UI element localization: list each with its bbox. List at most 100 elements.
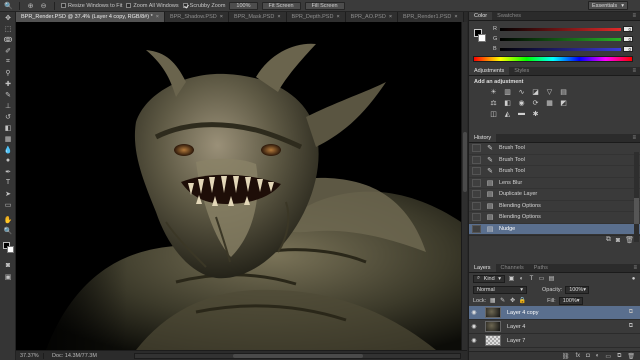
- dodge-tool-icon[interactable]: ●: [0, 155, 16, 166]
- invert-icon[interactable]: ◩: [559, 98, 568, 107]
- document-canvas[interactable]: [16, 22, 461, 350]
- layer-row[interactable]: ◉ Layer 7: [469, 334, 640, 348]
- layer-effects-icon[interactable]: ⧉: [629, 309, 633, 316]
- close-icon[interactable]: ×: [277, 14, 280, 20]
- checkbox-box[interactable]: [61, 3, 66, 8]
- new-document-icon[interactable]: ⧉: [606, 236, 611, 244]
- curves-icon[interactable]: ∿: [517, 87, 526, 96]
- fill-field[interactable]: 100% ▾: [558, 296, 583, 305]
- actual-pixels-button[interactable]: 100%: [229, 1, 258, 10]
- resize-windows-checkbox[interactable]: Resize Windows to Fit: [61, 3, 122, 9]
- eyedropper-tool-icon[interactable]: ⚲: [0, 67, 16, 78]
- tab-paths[interactable]: Paths: [529, 264, 553, 272]
- zoom-all-windows-checkbox[interactable]: Zoom All Windows: [126, 3, 179, 9]
- history-source-box[interactable]: [472, 167, 481, 176]
- scrollbar-thumb[interactable]: [232, 353, 363, 358]
- document-tab[interactable]: BPR_Render.PSD @ 37.4% (Layer 4 copy, RG…: [16, 12, 165, 22]
- green-slider[interactable]: G 0: [493, 35, 633, 43]
- history-source-box[interactable]: [472, 190, 481, 199]
- panel-menu-icon[interactable]: ≡: [632, 68, 636, 74]
- lock-transparent-icon[interactable]: ▦: [489, 297, 496, 304]
- new-group-icon[interactable]: ▭: [605, 353, 611, 360]
- tab-channels[interactable]: Channels: [496, 264, 529, 272]
- black-white-icon[interactable]: ◧: [503, 98, 512, 107]
- document-tab[interactable]: BPR_Mask.PSD ×: [228, 12, 287, 22]
- close-icon[interactable]: ×: [454, 14, 457, 20]
- canvas-horizontal-scrollbar[interactable]: [134, 352, 461, 359]
- healing-brush-tool-icon[interactable]: ✚: [0, 78, 16, 89]
- adjustment-filter-icon[interactable]: ◐: [518, 275, 525, 282]
- layer-name[interactable]: Layer 7: [507, 338, 633, 344]
- history-scrollbar[interactable]: [634, 152, 639, 242]
- history-source-box[interactable]: [472, 155, 481, 164]
- channel-mixer-icon[interactable]: ⟳: [531, 98, 540, 107]
- zoom-out-icon[interactable]: ⊖: [39, 1, 48, 10]
- camera-icon[interactable]: ◙: [616, 237, 620, 244]
- history-source-box[interactable]: [472, 224, 481, 233]
- background-color-swatch[interactable]: [7, 246, 14, 253]
- checkbox-box[interactable]: [182, 3, 188, 8]
- history-state[interactable]: ✎ Brush Tool: [469, 143, 640, 155]
- panel-menu-icon[interactable]: ≡: [633, 265, 637, 271]
- tab-history[interactable]: History: [469, 134, 497, 142]
- red-value-field[interactable]: 0: [623, 26, 633, 32]
- history-state[interactable]: ✎ Brush Tool: [469, 166, 640, 178]
- trash-icon[interactable]: 🗑: [627, 353, 635, 360]
- history-brush-tool-icon[interactable]: ↺: [0, 111, 16, 122]
- zoom-in-icon[interactable]: ⊕: [26, 1, 35, 10]
- vibrance-icon[interactable]: ▽: [545, 87, 554, 96]
- clone-stamp-tool-icon[interactable]: ⊥: [0, 100, 16, 111]
- tab-adjustments[interactable]: Adjustments: [469, 67, 510, 75]
- gradient-tool-icon[interactable]: ▦: [0, 133, 16, 144]
- type-tool-icon[interactable]: T: [0, 177, 16, 188]
- pixel-filter-icon[interactable]: ▣: [508, 275, 515, 282]
- zoom-level[interactable]: 37.37%: [16, 352, 44, 359]
- hue-saturation-icon[interactable]: ▤: [559, 87, 568, 96]
- panel-menu-icon[interactable]: ≡: [632, 13, 636, 19]
- link-layers-icon[interactable]: ⛓: [562, 353, 570, 360]
- pen-tool-icon[interactable]: ✒: [0, 166, 16, 177]
- tab-layers[interactable]: Layers: [469, 264, 496, 272]
- scrubby-zoom-checkbox[interactable]: Scrubby Zoom: [182, 3, 225, 9]
- layer-thumbnail[interactable]: [485, 335, 501, 346]
- marquee-tool-icon[interactable]: ⬚: [0, 23, 16, 34]
- zoom-tool-icon[interactable]: 🔍: [4, 1, 13, 10]
- history-source-box[interactable]: [472, 178, 481, 187]
- history-state[interactable]: ✎ Brush Tool: [469, 155, 640, 166]
- lasso-tool-icon[interactable]: ↂ: [0, 34, 16, 45]
- blend-mode-dropdown[interactable]: Normal ▾: [473, 285, 527, 294]
- gradient-map-icon[interactable]: ▬: [517, 109, 526, 118]
- red-slider[interactable]: R 0: [493, 25, 633, 33]
- type-filter-icon[interactable]: T: [528, 275, 535, 282]
- crop-tool-icon[interactable]: ⌗: [0, 56, 16, 67]
- layer-name[interactable]: Layer 4: [507, 324, 629, 330]
- color-balance-icon[interactable]: ⚖: [489, 98, 498, 107]
- selective-color-icon[interactable]: ✱: [531, 109, 540, 118]
- fit-screen-button[interactable]: Fit Screen: [261, 1, 301, 10]
- layer-row[interactable]: ◉ Layer 4 ⧉: [469, 320, 640, 334]
- fill-screen-button[interactable]: Fill Screen: [304, 1, 345, 10]
- green-value-field[interactable]: 0: [623, 36, 633, 42]
- workspace-switcher[interactable]: Essentials ▾: [588, 1, 628, 10]
- history-source-box[interactable]: [472, 144, 481, 153]
- history-state[interactable]: ▤ Blending Options: [469, 201, 640, 212]
- document-tab[interactable]: BPR_Render1.PSD ×: [398, 12, 464, 22]
- path-selection-tool-icon[interactable]: ➤: [0, 188, 16, 199]
- brightness-contrast-icon[interactable]: ☀: [489, 87, 498, 96]
- screen-mode-icon[interactable]: ▣: [0, 271, 16, 282]
- visibility-eye-icon[interactable]: ◉: [469, 323, 479, 330]
- layer-style-icon[interactable]: fx: [575, 353, 580, 359]
- close-icon[interactable]: ×: [156, 14, 159, 20]
- layer-thumbnail[interactable]: [485, 321, 501, 332]
- adjustment-layer-icon[interactable]: ◐: [596, 353, 600, 359]
- lock-pixels-icon[interactable]: ✎: [499, 297, 506, 304]
- move-tool-icon[interactable]: ✥: [0, 12, 16, 23]
- history-state[interactable]: ▤ Duplicate Layer: [469, 189, 640, 201]
- eraser-tool-icon[interactable]: ◧: [0, 122, 16, 133]
- hand-tool-icon[interactable]: ✋: [0, 214, 16, 225]
- blue-slider-track[interactable]: [500, 47, 621, 51]
- document-tab[interactable]: BPR_Shadow.PSD ×: [164, 12, 229, 22]
- history-state[interactable]: ▤ Blending Options: [469, 212, 640, 224]
- exposure-icon[interactable]: ◪: [531, 87, 540, 96]
- layer-row[interactable]: ◉ Layer 4 copy ⧉: [469, 306, 640, 320]
